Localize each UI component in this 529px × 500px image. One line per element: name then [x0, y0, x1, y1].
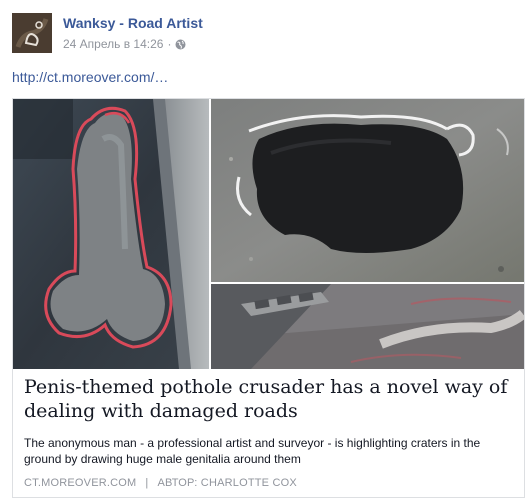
author-name-link[interactable]: Wanksy - Road Artist	[63, 15, 203, 31]
meta-separator: ·	[167, 37, 172, 51]
link-source-domain: CT.MOREOVER.COM	[24, 477, 137, 489]
preview-photo-left	[13, 99, 209, 369]
preview-image-collage[interactable]	[13, 99, 524, 369]
link-headline[interactable]: Penis-themed pothole crusader has a nove…	[24, 375, 516, 423]
link-author: АВТОР: CHARLOTTE COX	[157, 477, 297, 489]
post-timestamp[interactable]: 24 Апрель в 14:26	[63, 37, 163, 51]
link-source-line: CT.MOREOVER.COM | АВТОР: CHARLOTTE COX	[24, 477, 297, 489]
avatar-image	[12, 13, 52, 53]
globe-icon[interactable]	[175, 39, 186, 50]
post-meta: 24 Апрель в 14:26 ·	[63, 37, 186, 51]
preview-photo-bottom-right	[211, 284, 524, 369]
post-url-link[interactable]: http://ct.moreover.com/…	[12, 69, 168, 85]
link-description: The anonymous man - a professional artis…	[24, 436, 481, 466]
author-avatar[interactable]	[12, 13, 52, 53]
source-separator: |	[145, 477, 149, 489]
link-preview-card[interactable]: Penis-themed pothole crusader has a nove…	[12, 98, 525, 498]
preview-photo-top-right	[211, 99, 524, 282]
feed-post: Wanksy - Road Artist 24 Апрель в 14:26 ·…	[0, 0, 529, 500]
